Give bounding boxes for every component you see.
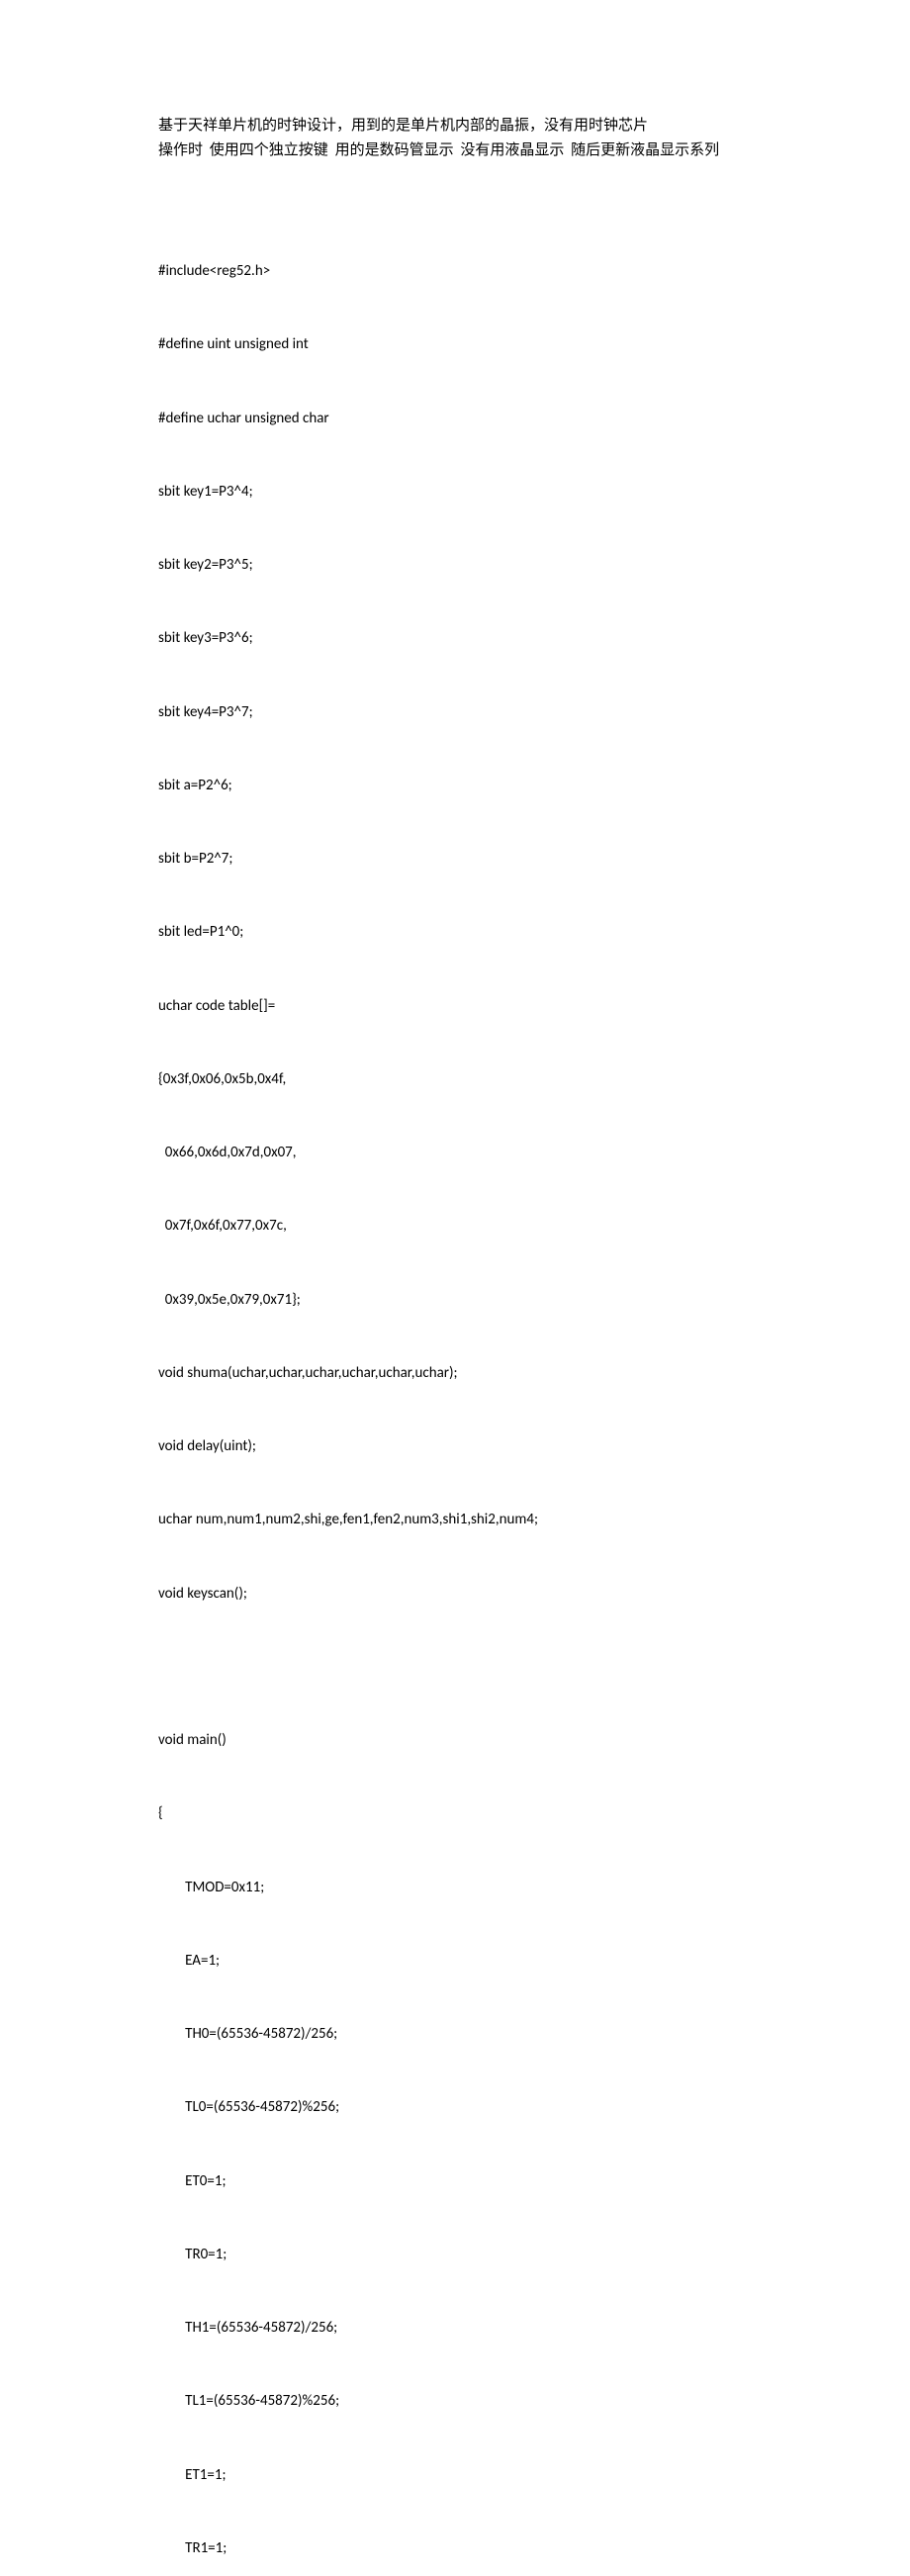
code-line: uchar num,num1,num2,shi,ge,fen1,fen2,num…	[158, 1508, 752, 1532]
code-line: #include<reg52.h>	[158, 259, 752, 284]
code-line: ET0=1;	[158, 2169, 752, 2194]
code-line: sbit b=P2^7;	[158, 847, 752, 872]
code-line: void keyscan();	[158, 1582, 752, 1607]
code-line: TL1=(65536-45872)%256;	[158, 2389, 752, 2414]
document-page: 基于天祥单片机的时钟设计，用到的是单片机内部的晶振，没有用时钟芯片 操作时 使用…	[0, 0, 910, 2576]
code-line: sbit key2=P3^5;	[158, 553, 752, 578]
code-line: void main()	[158, 1728, 752, 1753]
code-line: 0x7f,0x6f,0x77,0x7c,	[158, 1214, 752, 1239]
code-line: TL0=(65536-45872)%256;	[158, 2095, 752, 2120]
code-line: 0x39,0x5e,0x79,0x71};	[158, 1288, 752, 1313]
code-line: {0x3f,0x06,0x5b,0x4f,	[158, 1067, 752, 1092]
code-line: ET1=1;	[158, 2463, 752, 2488]
code-line: TR1=1;	[158, 2536, 752, 2561]
code-line: #define uint unsigned int	[158, 332, 752, 357]
code-line: sbit led=P1^0;	[158, 920, 752, 945]
code-line: TH0=(65536-45872)/256;	[158, 2022, 752, 2047]
code-line: void shuma(uchar,uchar,uchar,uchar,uchar…	[158, 1361, 752, 1386]
code-line: sbit key3=P3^6;	[158, 626, 752, 651]
code-line: 0x66,0x6d,0x7d,0x07,	[158, 1141, 752, 1165]
code-line: sbit a=P2^6;	[158, 774, 752, 798]
code-line: EA=1;	[158, 1949, 752, 1974]
code-line: TH1=(65536-45872)/256;	[158, 2316, 752, 2341]
code-line: TR0=1;	[158, 2243, 752, 2267]
code-block: #include<reg52.h> #define uint unsigned …	[158, 211, 752, 2576]
description-line-2: 操作时 使用四个独立按键 用的是数码管显示 没有用液晶显示 随后更新液晶显示系列	[158, 138, 752, 163]
code-line: sbit key1=P3^4;	[158, 480, 752, 505]
code-line: #define uchar unsigned char	[158, 407, 752, 431]
code-line: void delay(uint);	[158, 1434, 752, 1459]
description-line-1: 基于天祥单片机的时钟设计，用到的是单片机内部的晶振，没有用时钟芯片	[158, 114, 752, 138]
code-line: uchar code table[]=	[158, 994, 752, 1019]
code-line	[158, 1655, 752, 1680]
code-line: sbit key4=P3^7;	[158, 700, 752, 725]
code-line: TMOD=0x11;	[158, 1876, 752, 1900]
description-block: 基于天祥单片机的时钟设计，用到的是单片机内部的晶振，没有用时钟芯片 操作时 使用…	[158, 114, 752, 163]
code-line: {	[158, 1801, 752, 1826]
